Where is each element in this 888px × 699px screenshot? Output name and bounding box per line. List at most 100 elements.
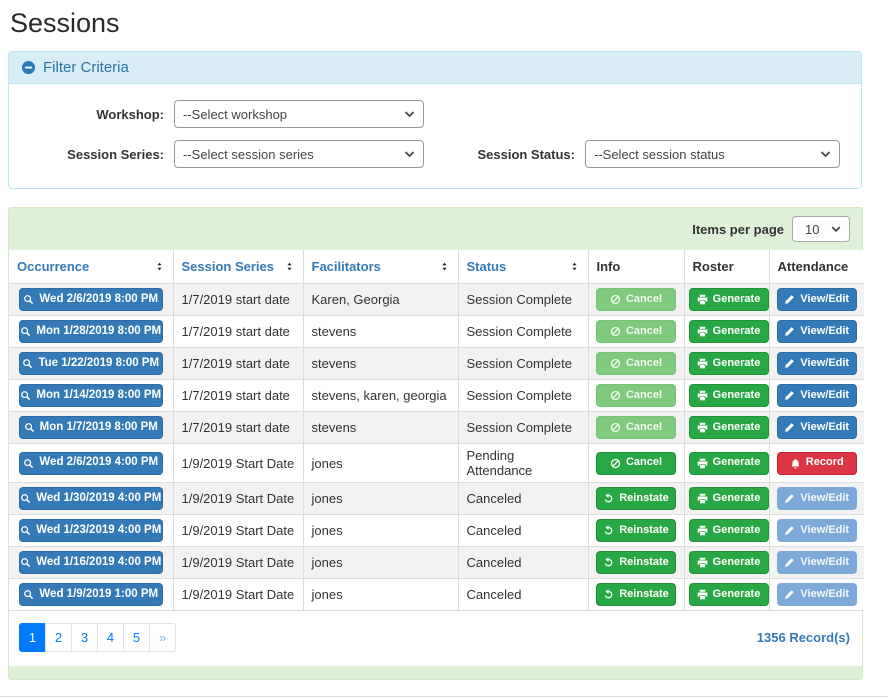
session-status-select[interactable]: --Select session status	[585, 140, 840, 168]
roster-action-button[interactable]: Generate	[689, 551, 769, 574]
roster-action-button[interactable]: Generate	[689, 487, 769, 510]
next-page-button[interactable]: »	[149, 623, 176, 652]
occurrence-button[interactable]: Wed 1/23/2019 4:00 PM	[19, 519, 163, 542]
roster-action-button[interactable]: Generate	[689, 583, 769, 606]
info-action-button[interactable]: Reinstate	[596, 487, 676, 510]
occurrence-button[interactable]: Mon 1/28/2019 8:00 PM	[19, 320, 163, 343]
sort-icon[interactable]	[154, 261, 165, 272]
roster-action-button[interactable]: Generate	[689, 320, 769, 343]
occurrence-button[interactable]: Wed 1/9/2019 1:00 PM	[19, 583, 163, 606]
info-action-button[interactable]: Cancel	[596, 288, 676, 311]
occurrence-button[interactable]: Wed 2/6/2019 8:00 PM	[19, 288, 163, 311]
info-action-button[interactable]: Cancel	[596, 320, 676, 343]
sort-icon[interactable]	[439, 261, 450, 272]
occurrence-button[interactable]: Mon 1/7/2019 8:00 PM	[19, 416, 163, 439]
button-label: Generate	[713, 492, 761, 505]
occurrence-label: Wed 1/23/2019 4:00 PM	[36, 524, 161, 538]
column-label: Facilitators	[312, 259, 381, 274]
info-action-button[interactable]: Cancel	[596, 452, 676, 475]
facilitators-cell: stevens	[303, 316, 458, 348]
column-header-facilitators[interactable]: Facilitators	[303, 250, 458, 284]
roster-action-button[interactable]: Generate	[689, 288, 769, 311]
page-button-3[interactable]: 3	[71, 623, 98, 652]
occurrence-button[interactable]: Wed 1/30/2019 4:00 PM	[19, 487, 163, 510]
status-cell: Canceled	[458, 579, 588, 611]
info-action-button[interactable]: Reinstate	[596, 551, 676, 574]
printer-icon	[697, 326, 708, 337]
search-icon	[23, 458, 34, 469]
occurrence-button[interactable]: Wed 1/16/2019 4:00 PM	[19, 551, 163, 574]
occurrence-button[interactable]: Mon 1/14/2019 8:00 PM	[19, 384, 163, 407]
occurrence-button[interactable]: Tue 1/22/2019 8:00 PM	[19, 352, 163, 375]
printer-icon	[697, 358, 708, 369]
button-label: Generate	[713, 556, 761, 569]
search-icon	[20, 326, 31, 337]
roster-action-button[interactable]: Generate	[689, 352, 769, 375]
status-cell: Session Complete	[458, 380, 588, 412]
table-row: Mon 1/14/2019 8:00 PM1/7/2019 start date…	[9, 380, 864, 412]
attendance-action-button[interactable]: View/Edit	[777, 352, 857, 375]
attendance-action-button[interactable]: View/Edit	[777, 487, 857, 510]
workshop-select[interactable]: --Select workshop	[174, 100, 424, 128]
pagination-bar: 12345» 1356 Record(s)	[9, 611, 862, 666]
info-action-button[interactable]: Reinstate	[596, 583, 676, 606]
button-label: Generate	[713, 389, 761, 402]
status-cell: Canceled	[458, 483, 588, 515]
column-header-occurrence[interactable]: Occurrence	[9, 250, 173, 284]
roster-action-button[interactable]: Generate	[689, 384, 769, 407]
reinstate-icon	[603, 525, 614, 536]
occurrence-button[interactable]: Wed 2/6/2019 4:00 PM	[19, 452, 163, 475]
status-cell: Session Complete	[458, 412, 588, 444]
table-toolbar: Items per page 10	[9, 208, 862, 250]
sort-icon[interactable]	[284, 261, 295, 272]
status-cell: Session Complete	[458, 348, 588, 380]
attendance-action-button[interactable]: View/Edit	[777, 551, 857, 574]
column-label: Status	[467, 259, 507, 274]
ban-icon	[610, 390, 621, 401]
roster-action-button[interactable]: Generate	[689, 519, 769, 542]
column-header-status[interactable]: Status	[458, 250, 588, 284]
info-action-button[interactable]: Reinstate	[596, 519, 676, 542]
pencil-icon	[784, 294, 795, 305]
reinstate-icon	[603, 493, 614, 504]
attendance-action-button[interactable]: View/Edit	[777, 583, 857, 606]
page-button-4[interactable]: 4	[97, 623, 124, 652]
attendance-action-button[interactable]: View/Edit	[777, 288, 857, 311]
session-series-cell: 1/7/2019 start date	[173, 284, 303, 316]
items-per-page-select[interactable]: 10	[792, 216, 850, 242]
info-action-button[interactable]: Cancel	[596, 384, 676, 407]
attendance-action-button[interactable]: View/Edit	[777, 416, 857, 439]
button-label: View/Edit	[800, 588, 849, 601]
attendance-action-button[interactable]: View/Edit	[777, 320, 857, 343]
info-action-button[interactable]: Cancel	[596, 352, 676, 375]
info-action-button[interactable]: Cancel	[596, 416, 676, 439]
button-label: Generate	[713, 456, 761, 469]
status-cell: Canceled	[458, 515, 588, 547]
button-label: Cancel	[626, 357, 662, 370]
attendance-action-button[interactable]: View/Edit	[777, 384, 857, 407]
filter-criteria-header[interactable]: Filter Criteria	[9, 52, 861, 84]
button-label: View/Edit	[800, 524, 849, 537]
pencil-icon	[784, 358, 795, 369]
bell-icon	[790, 458, 801, 469]
column-header-session-series[interactable]: Session Series	[173, 250, 303, 284]
ban-icon	[610, 458, 621, 469]
printer-icon	[697, 458, 708, 469]
column-header-attendance: Attendance	[769, 250, 864, 284]
table-row: Wed 2/6/2019 4:00 PM1/9/2019 Start Datej…	[9, 444, 864, 483]
attendance-action-button[interactable]: View/Edit	[777, 519, 857, 542]
roster-action-button[interactable]: Generate	[689, 452, 769, 475]
occurrence-label: Wed 1/30/2019 4:00 PM	[36, 492, 161, 506]
page-button-2[interactable]: 2	[45, 623, 72, 652]
ban-icon	[610, 294, 621, 305]
page-button-1[interactable]: 1	[19, 623, 46, 652]
session-series-select[interactable]: --Select session series	[174, 140, 424, 168]
printer-icon	[697, 557, 708, 568]
search-icon	[20, 390, 31, 401]
occurrence-label: Wed 2/6/2019 4:00 PM	[39, 456, 158, 470]
attendance-action-button[interactable]: Record	[777, 452, 857, 475]
printer-icon	[697, 525, 708, 536]
page-button-5[interactable]: 5	[123, 623, 150, 652]
sort-icon[interactable]	[569, 261, 580, 272]
roster-action-button[interactable]: Generate	[689, 416, 769, 439]
